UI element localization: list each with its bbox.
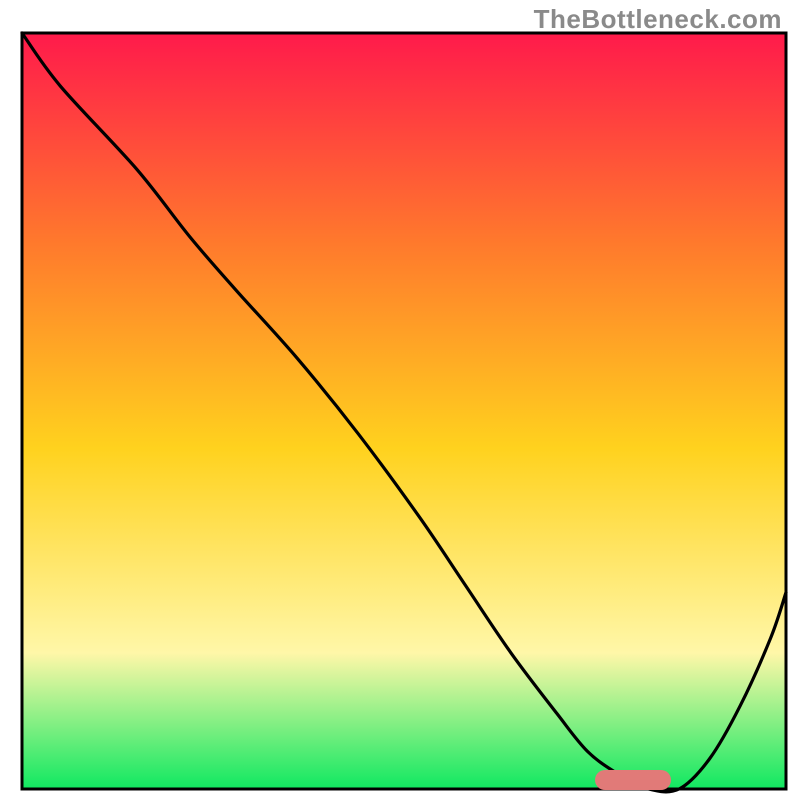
optimal-range-marker bbox=[595, 770, 671, 790]
chart-frame: TheBottleneck.com bbox=[0, 0, 800, 800]
watermark-text: TheBottleneck.com bbox=[534, 4, 782, 35]
chart-svg bbox=[0, 0, 800, 800]
plot-background bbox=[22, 33, 786, 789]
